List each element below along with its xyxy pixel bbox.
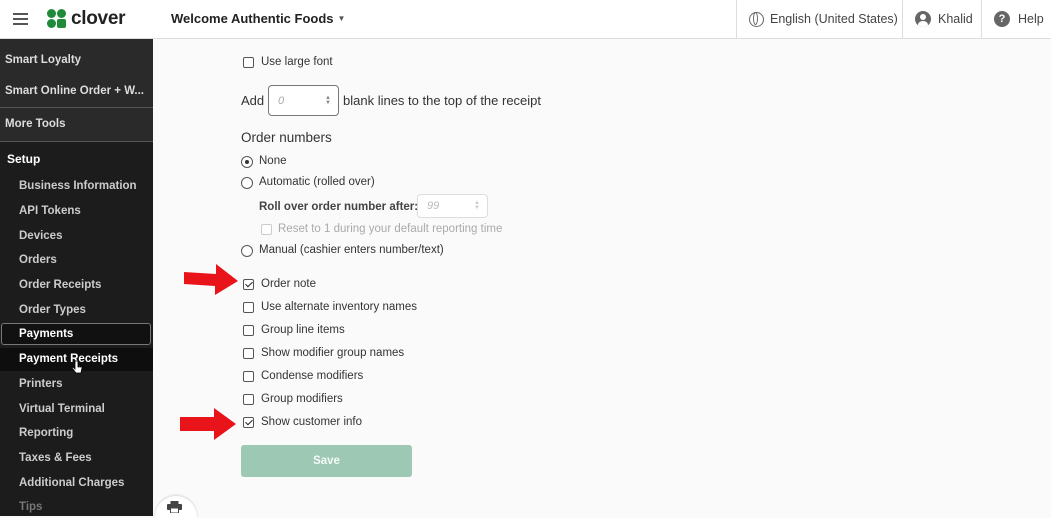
sidebar-item-smart-online-order[interactable]: Smart Online Order + W... <box>0 76 153 107</box>
annotation-arrow-icon <box>184 264 238 295</box>
caret-down-icon: ▼ <box>337 14 346 23</box>
sidebar-item-payment-receipts[interactable]: Payment Receipts <box>19 353 118 365</box>
condense-modifiers-checkbox[interactable] <box>243 371 254 382</box>
merchant-selector[interactable]: Welcome Authentic Foods ▼ <box>171 11 345 26</box>
blank-lines-input[interactable]: 0 ▲ ▼ <box>268 85 339 116</box>
group-modifiers-checkbox[interactable] <box>243 394 254 405</box>
order-number-automatic-label: Automatic (rolled over) <box>259 176 375 188</box>
order-numbers-heading: Order numbers <box>241 130 332 145</box>
large-font-label: Use large font <box>261 56 333 68</box>
modifier-group-names-checkbox[interactable] <box>243 348 254 359</box>
save-button[interactable]: Save <box>241 445 412 477</box>
sidebar-item-order-receipts[interactable]: Order Receipts <box>19 279 101 291</box>
condense-modifiers-label: Condense modifiers <box>261 370 364 382</box>
order-number-none-label: None <box>259 155 287 167</box>
sidebar-item-label: Smart Loyalty <box>5 54 82 66</box>
user-name: Khalid <box>938 12 973 26</box>
sidebar-divider <box>0 141 153 142</box>
sidebar-item-tips[interactable]: Tips <box>19 501 42 513</box>
clover-leaf-icon <box>47 9 67 29</box>
print-icon <box>167 501 182 513</box>
sidebar-item-devices[interactable]: Devices <box>19 230 62 242</box>
sidebar-item-more-tools[interactable]: More Tools <box>0 108 153 141</box>
hamburger-icon[interactable] <box>13 13 28 26</box>
sidebar-item-orders[interactable]: Orders <box>19 254 57 266</box>
top-bar: clover Welcome Authentic Foods ▼ English … <box>0 0 1051 39</box>
language-label: English (United States) <box>770 12 898 26</box>
sidebar-section-setup[interactable]: Setup <box>7 152 40 166</box>
rollover-label: Roll over order number after: <box>259 201 419 213</box>
blank-lines-suffix: blank lines to the top of the receipt <box>343 93 542 108</box>
pointer-cursor-icon <box>71 360 83 374</box>
reset-reporting-checkbox[interactable] <box>261 224 272 235</box>
reset-reporting-label: Reset to 1 during your default reporting… <box>278 223 503 235</box>
rollover-input[interactable]: 99 ▲ ▼ <box>417 194 488 218</box>
help-icon: ? <box>994 11 1010 27</box>
sidebar-item-reporting[interactable]: Reporting <box>19 427 73 439</box>
user-icon <box>915 11 931 27</box>
language-selector[interactable]: English (United States) <box>736 0 902 38</box>
sidebar: Smart Loyalty Smart Online Order + W... … <box>0 39 153 516</box>
show-customer-info-checkbox[interactable] <box>243 417 254 428</box>
receipt-settings-panel: Use large font Add 0 ▲ ▼ blank lines to t… <box>153 39 1051 516</box>
modifier-group-names-label: Show modifier group names <box>261 347 405 359</box>
help-label: Help <box>1018 12 1044 26</box>
sidebar-item-taxes-fees[interactable]: Taxes & Fees <box>19 452 92 464</box>
show-customer-info-label: Show customer info <box>261 416 362 428</box>
annotation-arrow-icon <box>180 408 236 440</box>
group-modifiers-label: Group modifiers <box>261 393 343 405</box>
order-number-manual-radio[interactable] <box>241 245 253 257</box>
stepper-icon[interactable]: ▲ ▼ <box>474 200 480 211</box>
sidebar-item-printers[interactable]: Printers <box>19 378 62 390</box>
order-number-automatic-radio[interactable] <box>241 177 253 189</box>
sidebar-item-business-information[interactable]: Business Information <box>19 180 137 192</box>
sidebar-item-smart-loyalty[interactable]: Smart Loyalty <box>0 39 153 76</box>
brand-name: clover <box>71 8 126 29</box>
group-line-items-label: Group line items <box>261 324 345 336</box>
large-font-checkbox[interactable] <box>243 57 254 68</box>
rollover-placeholder: 99 <box>427 200 440 212</box>
order-number-none-radio[interactable] <box>241 156 253 168</box>
order-note-label: Order note <box>261 278 316 290</box>
blank-lines-prefix: Add <box>241 93 265 108</box>
alternate-inventory-names-checkbox[interactable] <box>243 302 254 313</box>
merchant-name: Welcome Authentic Foods <box>171 11 334 26</box>
sidebar-item-label: Smart Online Order + W... <box>5 85 144 97</box>
stepper-icon[interactable]: ▲ ▼ <box>325 95 331 106</box>
sidebar-item-api-tokens[interactable]: API Tokens <box>19 205 81 217</box>
group-line-items-checkbox[interactable] <box>243 325 254 336</box>
sidebar-item-label: More Tools <box>5 118 66 130</box>
help-button[interactable]: ? Help <box>981 0 1051 38</box>
sidebar-item-order-types[interactable]: Order Types <box>19 304 86 316</box>
clover-logo[interactable]: clover <box>47 8 125 30</box>
sidebar-item-virtual-terminal[interactable]: Virtual Terminal <box>19 403 105 415</box>
alternate-inventory-names-label: Use alternate inventory names <box>261 301 417 313</box>
order-note-checkbox[interactable] <box>243 279 254 290</box>
sidebar-item-payments[interactable]: Payments <box>19 328 73 340</box>
sidebar-item-additional-charges[interactable]: Additional Charges <box>19 477 124 489</box>
blank-lines-placeholder: 0 <box>278 94 285 107</box>
order-number-manual-label: Manual (cashier enters number/text) <box>259 244 444 256</box>
globe-icon <box>749 11 764 27</box>
user-menu[interactable]: Khalid <box>902 0 981 38</box>
